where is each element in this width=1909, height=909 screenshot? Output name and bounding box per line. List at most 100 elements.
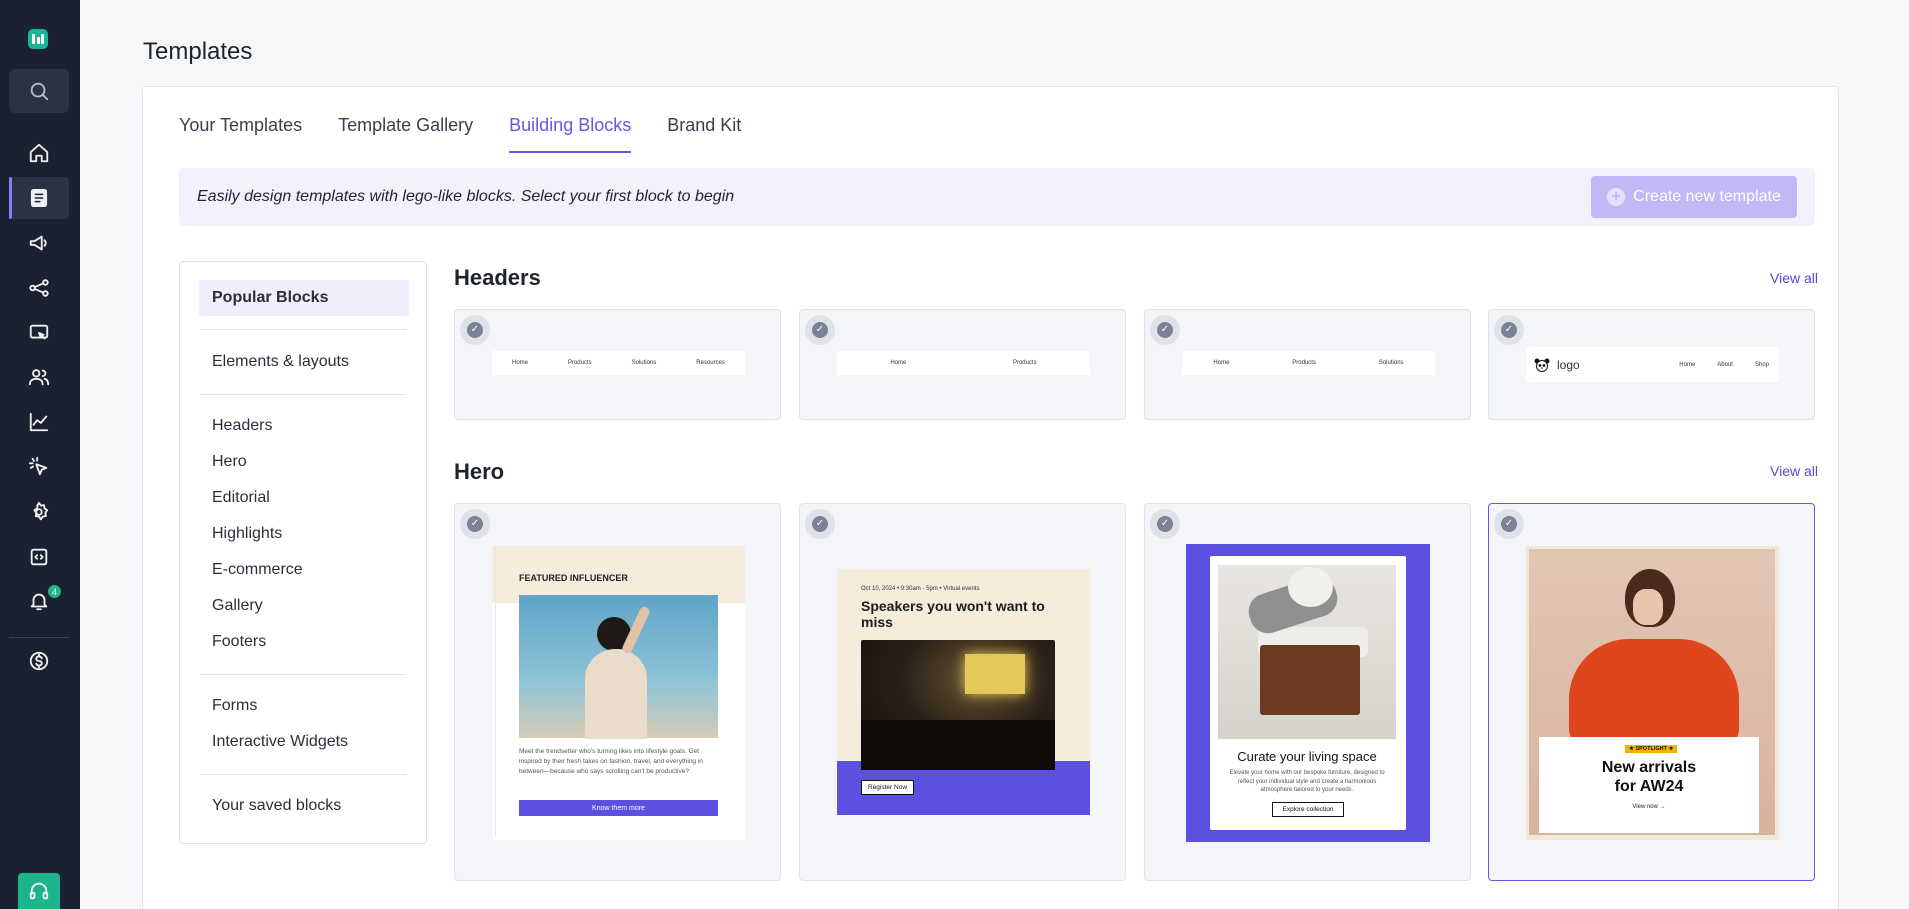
templates-card: Your Templates Template Gallery Building… [142, 86, 1839, 909]
nav-templates[interactable] [9, 177, 69, 219]
hero-photo [861, 640, 1055, 770]
header-preview-nav: Home Products [837, 351, 1090, 375]
nav-link: Solutions [1378, 360, 1404, 366]
nav-link: Products [1012, 360, 1037, 366]
nav-link: Home [1679, 361, 1696, 368]
select-check[interactable]: ✓ [1494, 315, 1524, 345]
filter-footers[interactable]: Footers [199, 624, 409, 660]
screen-cursor-icon [29, 324, 49, 340]
code-icon [30, 548, 48, 566]
chart-line-icon [29, 412, 49, 432]
hero-headline-2: for AW24 [1614, 778, 1684, 795]
tab-template-gallery[interactable]: Template Gallery [338, 87, 473, 153]
select-check[interactable]: ✓ [1150, 315, 1180, 345]
section-title-headers: Headers [454, 265, 541, 290]
hero-body-text: Elevate your home with our bespoke furni… [1229, 770, 1385, 794]
users-icon [28, 369, 50, 386]
check-icon: ✓ [1501, 322, 1517, 338]
nav-link: Home [511, 360, 528, 366]
nav-link: Shop [1754, 361, 1769, 368]
tab-bar: Your Templates Template Gallery Building… [179, 87, 741, 153]
check-icon: ✓ [812, 322, 828, 338]
nav-notifications[interactable]: 4 [9, 580, 69, 622]
filter-interactive-widgets[interactable]: Interactive Widgets [199, 724, 409, 760]
tab-brand-kit[interactable]: Brand Kit [667, 87, 741, 153]
header-preview-nav: logo Home About Shop [1526, 347, 1779, 382]
filter-headers[interactable]: Headers [199, 408, 409, 444]
filter-hero[interactable]: Hero [199, 444, 409, 480]
header-block-tile[interactable]: ✓ Home Products Solutions [1144, 309, 1471, 420]
search-button[interactable] [9, 69, 69, 113]
header-block-tile[interactable]: ✓ Home Products [799, 309, 1126, 420]
nav-link: Products [1292, 360, 1316, 366]
filter-divider [200, 329, 406, 330]
nav-link: Products [567, 360, 592, 366]
header-block-tile[interactable]: ✓ Home Products Solutions Resources [454, 309, 781, 420]
nav-developer[interactable] [9, 536, 69, 578]
create-new-template-button[interactable]: + Create new template [1591, 176, 1797, 218]
hero-photo [1218, 565, 1396, 739]
select-check[interactable]: ✓ [460, 315, 490, 345]
nav-screens[interactable] [9, 312, 69, 354]
filter-divider [200, 674, 406, 675]
nav-billing[interactable] [9, 640, 69, 682]
hero-tag: ★ SPOTLIGHT ★ [1625, 745, 1678, 753]
nav-link: Home [1213, 360, 1230, 366]
hero-photo [519, 595, 718, 739]
select-check[interactable]: ✓ [460, 509, 490, 539]
check-icon: ✓ [1157, 516, 1173, 532]
header-preview-nav: Home Products Solutions [1182, 351, 1435, 375]
select-check[interactable]: ✓ [805, 315, 835, 345]
templates-icon [30, 189, 48, 207]
nav-settings[interactable] [9, 491, 69, 533]
create-button-label: Create new template [1633, 188, 1781, 205]
app-logo[interactable] [28, 29, 48, 49]
block-filter-panel: Popular Blocks Elements & layouts Header… [179, 261, 427, 844]
nav-journeys[interactable] [9, 267, 69, 309]
nav-audience[interactable] [9, 356, 69, 398]
select-check[interactable]: ✓ [805, 509, 835, 539]
hero-block-tile[interactable]: ✓ Curate your living space Elevate your … [1144, 503, 1471, 881]
select-check[interactable]: ✓ [1150, 509, 1180, 539]
headset-icon [29, 882, 49, 900]
filter-divider [200, 774, 406, 775]
check-icon: ✓ [467, 322, 483, 338]
select-check[interactable]: ✓ [1494, 509, 1524, 539]
hero-kicker: FEATURED INFLUENCER [519, 573, 628, 583]
search-icon [30, 82, 49, 101]
check-icon: ✓ [1501, 516, 1517, 532]
hero-preview-living-space: Curate your living space Elevate your ho… [1186, 544, 1430, 842]
header-preview-nav: Home Products Solutions Resources [492, 351, 745, 375]
support-button[interactable] [18, 873, 60, 909]
hero-block-tile[interactable]: ✓ Oct 10, 2024 • 9:30am - 5pm • Virtual … [799, 503, 1126, 881]
nav-link: About [1717, 361, 1733, 368]
hero-block-tile[interactable]: ✓ ★ SPOTLIGHT ★ New arrivals for AW24 Vi… [1488, 503, 1815, 881]
tab-your-templates[interactable]: Your Templates [179, 87, 302, 153]
plus-circle-icon: + [1607, 188, 1626, 206]
hero-cta-button: Register Now [861, 780, 915, 795]
header-block-tile[interactable]: ✓ logo Home About Shop [1488, 309, 1815, 420]
nav-link: Solutions [631, 360, 657, 366]
filter-popular-blocks[interactable]: Popular Blocks [199, 280, 409, 316]
hero-block-tile[interactable]: ✓ FEATURED INFLUENCER Meet the trendsett… [454, 503, 781, 881]
section-title-hero: Hero [454, 459, 505, 484]
filter-forms[interactable]: Forms [199, 688, 409, 724]
hero-body-text: Meet the trendsetter who's turning likes… [519, 748, 703, 776]
hero-view-all-link[interactable]: View all [1770, 463, 1818, 479]
hero-headline: Speakers you won't want to miss [861, 598, 1045, 631]
nav-clicks[interactable] [9, 446, 69, 488]
filter-elements-layouts[interactable]: Elements & layouts [199, 344, 409, 380]
filter-editorial[interactable]: Editorial [199, 480, 409, 516]
filter-highlights[interactable]: Highlights [199, 516, 409, 552]
nav-analytics[interactable] [9, 401, 69, 443]
megaphone-icon [29, 235, 47, 251]
filter-gallery[interactable]: Gallery [199, 588, 409, 624]
nav-campaigns[interactable] [9, 222, 69, 264]
nav-home[interactable] [9, 132, 69, 174]
notification-badge: 4 [47, 584, 62, 599]
headers-view-all-link[interactable]: View all [1770, 270, 1818, 286]
hero-preview-influencer: FEATURED INFLUENCER Meet the trendsetter… [492, 546, 745, 840]
tab-building-blocks[interactable]: Building Blocks [509, 87, 632, 153]
filter-saved-blocks[interactable]: Your saved blocks [199, 788, 409, 824]
filter-e-commerce[interactable]: E-commerce [199, 552, 409, 588]
